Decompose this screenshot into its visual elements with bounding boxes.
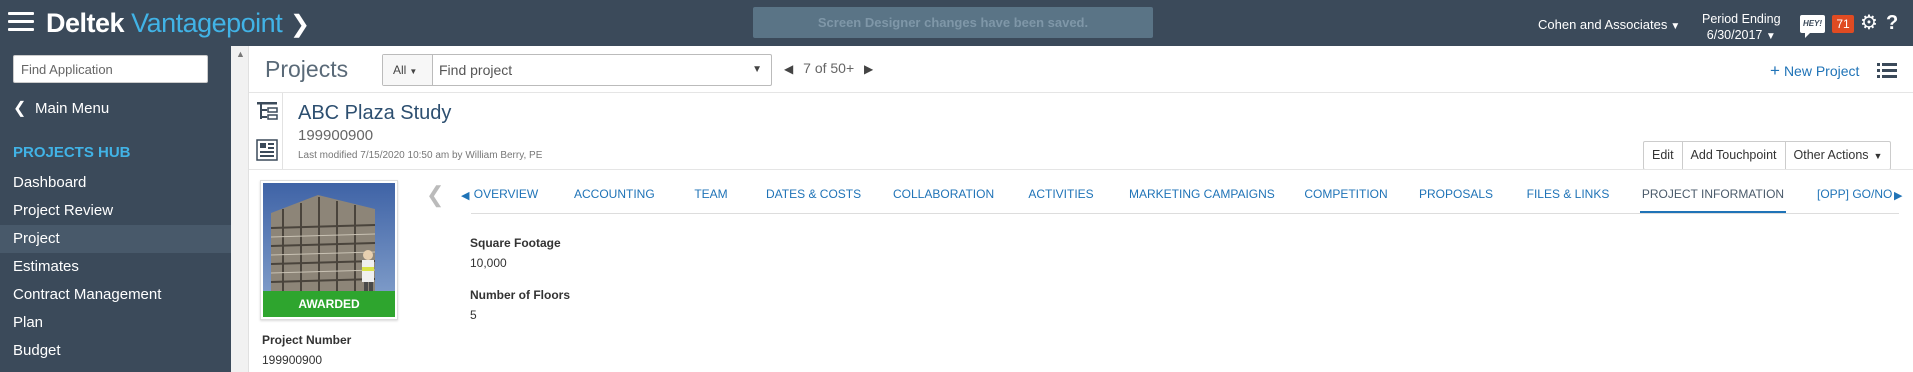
divider (249, 92, 1913, 93)
record-tools (249, 93, 283, 169)
project-photo-card[interactable]: AWARDED (260, 180, 398, 320)
tab-team[interactable]: TEAM (693, 178, 729, 213)
tab-competition[interactable]: COMPETITION (1303, 178, 1389, 213)
chevron-left-icon[interactable]: ❮ (426, 182, 444, 208)
tab-opp-go-no[interactable]: [OPP] GO/NO (1817, 178, 1899, 213)
main-menu-link[interactable]: ❮ Main Menu (13, 98, 109, 118)
period-selector[interactable]: Period Ending 6/30/2017 ▼ (1702, 11, 1781, 45)
sidebar-item-plan[interactable]: Plan (0, 309, 231, 337)
record-title: ABC Plaza Study (298, 102, 452, 124)
number-of-floors-label: Number of Floors (470, 288, 571, 302)
record-number: 199900900 (298, 127, 374, 144)
tab-activities[interactable]: ACTIVITIES (1027, 178, 1095, 213)
scroll-tabs-left-icon[interactable]: ◀ (461, 189, 469, 202)
next-record-icon[interactable]: ▶ (864, 62, 873, 76)
previous-record-icon[interactable]: ◀ (784, 62, 793, 76)
hamburger-menu-icon[interactable] (8, 12, 34, 34)
tab-bar: OVERVIEW ACCOUNTING TEAM DATES & COSTS C… (471, 178, 1899, 214)
chevron-left-icon: ❮ (13, 100, 27, 117)
new-project-button[interactable]: + New Project (1770, 61, 1859, 81)
plus-icon: + (1770, 61, 1780, 80)
company-selector[interactable]: Cohen and Associates ▼ (1538, 17, 1680, 32)
chevron-right-icon[interactable]: ❯ (290, 10, 310, 39)
awarded-status-badge: AWARDED (263, 291, 395, 317)
caret-down-icon: ▼ (1670, 21, 1681, 32)
find-project-input[interactable] (439, 60, 739, 80)
project-number-value: 199900900 (262, 353, 323, 367)
period-date: 6/30/2017 (1706, 28, 1763, 42)
caret-down-icon: ▼ (409, 67, 418, 76)
sidebar-item-budget[interactable]: Budget (0, 337, 231, 365)
record-modified: Last modified 7/15/2020 10:50 am by Will… (298, 150, 543, 161)
record-actions: Edit Add Touchpoint Other Actions ▼ (1643, 141, 1892, 170)
brand-deltek: Deltek (46, 8, 125, 38)
caret-down-icon: ▼ (1765, 31, 1776, 42)
list-view-icon[interactable] (1877, 62, 1897, 78)
sidebar: ❮ Main Menu PROJECTS HUB Dashboard Projec… (0, 46, 231, 372)
hierarchy-icon[interactable] (256, 101, 278, 121)
form-layout-icon[interactable] (256, 139, 278, 161)
sidebar-collapse-bar[interactable]: ▲ (231, 46, 249, 372)
sidebar-item-dashboard[interactable]: Dashboard (0, 169, 231, 197)
find-application-input[interactable] (13, 55, 208, 83)
tab-accounting[interactable]: ACCOUNTING (574, 178, 655, 213)
pager-of: of (814, 60, 827, 76)
company-name: Cohen and Associates (1538, 17, 1668, 32)
tab-marketing-campaigns[interactable]: MARKETING CAMPAIGNS (1129, 178, 1275, 213)
tab-proposals[interactable]: PROPOSALS (1419, 178, 1493, 213)
pager-current: 7 (803, 60, 811, 76)
brand-vantagepoint: Vantagepoint (131, 8, 283, 38)
help-icon[interactable]: ? (1886, 12, 1898, 34)
page-title: Projects (265, 56, 349, 82)
record-pager: ◀ 7 of 50+ ▶ (784, 60, 873, 76)
tab-files-links[interactable]: FILES & LINKS (1526, 178, 1610, 213)
project-search-box: All▼ ▼ (382, 54, 772, 86)
other-actions-label: Other Actions (1793, 148, 1869, 162)
new-project-label: New Project (1783, 63, 1860, 79)
gear-icon[interactable]: ⚙ (1860, 12, 1878, 34)
number-of-floors-value: 5 (470, 308, 477, 322)
period-label: Period Ending (1702, 12, 1781, 26)
hub-title: PROJECTS HUB (13, 144, 131, 161)
sidebar-item-estimates[interactable]: Estimates (0, 253, 231, 281)
notification-badge[interactable]: 71 (1832, 15, 1854, 33)
square-footage-value: 10,000 (470, 256, 507, 270)
top-bar: Deltek Vantagepoint ❯ Screen Designer ch… (0, 0, 1913, 46)
add-touchpoint-button[interactable]: Add Touchpoint (1683, 142, 1786, 169)
sidebar-item-project-review[interactable]: Project Review (0, 197, 231, 225)
filter-value: All (393, 63, 407, 77)
filter-dropdown[interactable]: All ▼ (383, 55, 433, 85)
app-logo[interactable]: Deltek Vantagepoint (46, 8, 283, 39)
project-photo: AWARDED (263, 183, 395, 317)
toast-message: Screen Designer changes have been saved. (753, 7, 1153, 38)
tab-overview[interactable]: OVERVIEW (471, 178, 541, 213)
hey-chat-icon[interactable]: HEY! (1800, 15, 1825, 38)
square-footage-label: Square Footage (470, 236, 561, 250)
edit-button[interactable]: Edit (1644, 142, 1683, 169)
main-menu-label: Main Menu (35, 100, 110, 117)
caret-up-icon: ▲ (236, 49, 245, 59)
divider (249, 169, 1913, 170)
tab-collaboration[interactable]: COLLABORATION (893, 178, 994, 213)
project-number-label: Project Number (262, 333, 352, 347)
sidebar-item-contract-management[interactable]: Contract Management (0, 281, 231, 309)
other-actions-button[interactable]: Other Actions ▼ (1786, 142, 1891, 169)
tab-project-information[interactable]: PROJECT INFORMATION (1640, 178, 1786, 213)
scroll-tabs-right-icon[interactable]: ▶ (1894, 189, 1902, 202)
tab-dates-costs[interactable]: DATES & COSTS (766, 178, 861, 213)
caret-down-icon[interactable]: ▼ (752, 64, 762, 75)
pager-total: 50+ (830, 60, 855, 76)
caret-down-icon: ▼ (1873, 151, 1883, 161)
sidebar-item-project[interactable]: Project (0, 225, 231, 253)
